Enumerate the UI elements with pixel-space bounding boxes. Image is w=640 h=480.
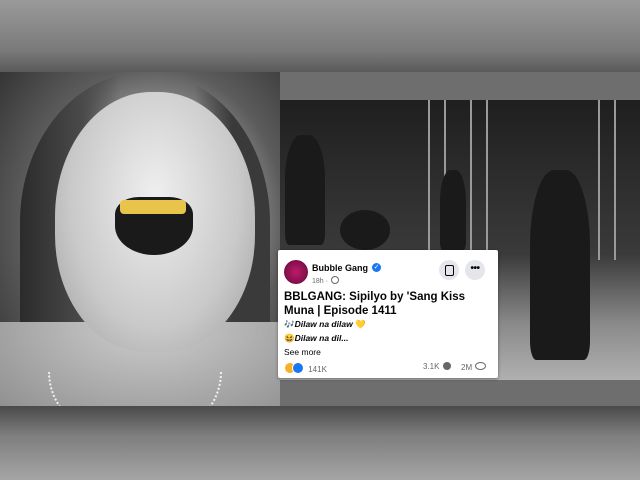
comments-summary[interactable]: 3.1K [423,362,451,371]
stage-truss [470,100,488,260]
globe-icon [330,276,339,284]
background-bottom-band [0,406,640,480]
guitarist-figure [285,135,325,245]
post-meta: 18h · [312,276,339,285]
facebook-post-card[interactable]: Bubble Gang ✓ 18h · ••• BBLGANG: Sipilyo… [278,250,498,378]
eye-icon [475,362,487,370]
views-summary: 2M [461,362,487,372]
yellow-heart-emoji: 💛 [355,319,366,329]
reactions-count: 141K [308,365,327,374]
caption-line-2: 😆Dilaw na dil... [284,333,348,344]
page-name[interactable]: Bubble Gang [312,263,368,273]
verified-badge-icon: ✓ [372,263,381,272]
comment-icon [442,362,451,370]
post-time[interactable]: 18h [312,278,324,285]
like-reaction-icon [292,362,304,374]
yellow-teeth [120,200,186,214]
comments-count: 3.1K [423,362,440,371]
drum-kit [340,210,390,250]
see-more-link[interactable]: See more [284,347,321,357]
caption-line-1: 🎶Dilaw na dilaw 💛 [284,319,366,330]
caption-line-1-text: Dilaw na dilaw [294,319,353,329]
stage-truss [598,100,616,260]
background-top-band [0,0,640,72]
caption-line-2-text: Dilaw na dil... [294,333,349,343]
laughing-emoji: 😆 [284,333,295,343]
post-title: BBLGANG: Sipilyo by 'Sang Kiss Muna | Ep… [284,291,466,317]
keyboardist-figure [440,170,466,250]
singer-figure [530,170,590,360]
page-avatar[interactable] [284,260,308,284]
laughing-woman-photo [0,72,280,406]
more-options-icon[interactable]: ••• [465,260,485,280]
pearl-necklace [48,372,222,406]
reactions-summary[interactable]: 141K [284,362,327,374]
views-count: 2M [461,363,473,372]
music-notes-emoji: 🎶 [284,319,295,329]
save-icon[interactable] [439,260,459,280]
